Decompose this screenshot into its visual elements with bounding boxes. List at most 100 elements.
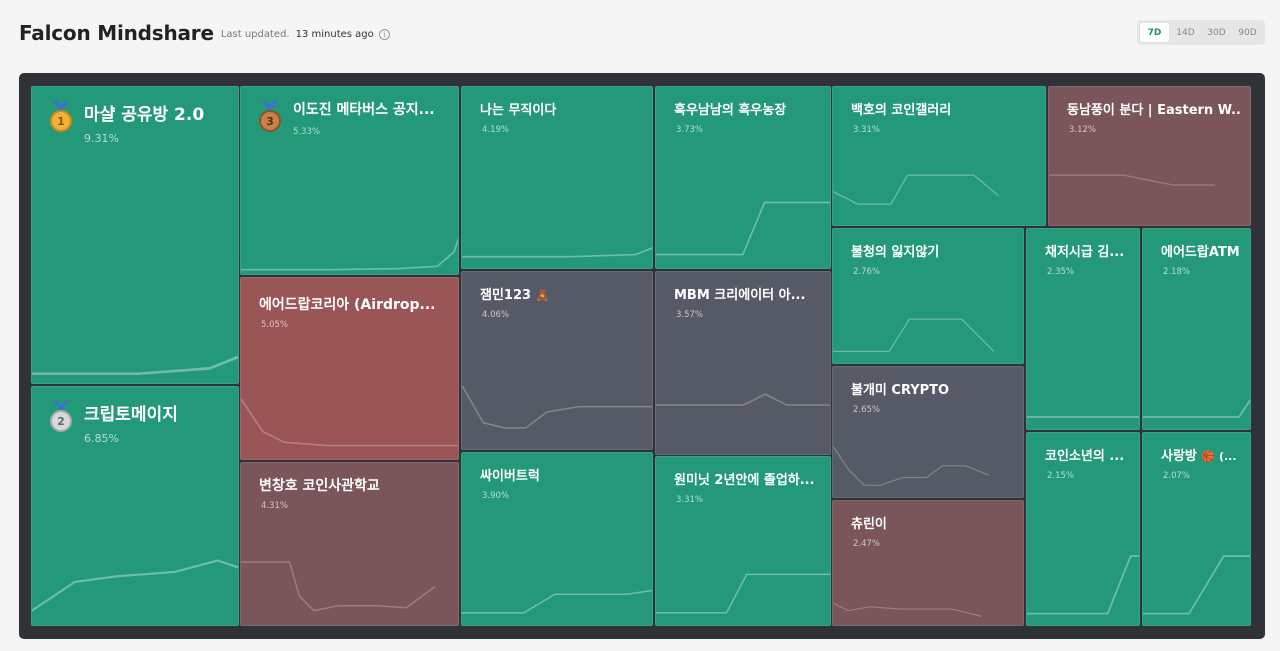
tile-share: 3.31% (676, 495, 704, 505)
sparkline (241, 561, 436, 612)
tile-share: 3.12% (1069, 125, 1097, 135)
tile-name-text: 잼민123 (480, 288, 532, 303)
treemap-tile[interactable]: 변창호 코인사관학교 4.31% (240, 462, 459, 626)
tile-name: 불개미 CRYPTO (851, 383, 950, 398)
treemap-tile[interactable]: 에어드랍코리아 (Airdrop... 5.05% (240, 277, 459, 460)
sparkline (833, 602, 982, 617)
tile-name: 동남풍이 분다 | Eastern W... (1067, 103, 1240, 118)
tile-share: 4.31% (261, 501, 289, 511)
emoji-icon: 🧸 (535, 289, 550, 302)
tile-share: 5.33% (293, 127, 321, 137)
basketball-icon: 🏀 (... (1201, 450, 1237, 463)
tile-share: 2.65% (853, 405, 881, 415)
tile-name: 싸이버트럭 (480, 469, 540, 484)
treemap-tile[interactable]: 나는 무직이다 4.19% (461, 86, 653, 269)
treemap-tile[interactable]: 싸이버트럭 3.90% (461, 452, 653, 626)
sparkline (1049, 174, 1215, 186)
info-icon[interactable]: i (378, 29, 390, 40)
treemap-tile[interactable]: 에어드랍ATM 2.18% (1142, 228, 1251, 430)
tile-share: 2.07% (1163, 471, 1191, 481)
sparkline (833, 318, 994, 352)
treemap-tile[interactable]: 3 이도진 메타버스 공지... 5.33% (240, 86, 459, 275)
treemap-tile[interactable]: 츄린이 2.47% (832, 500, 1024, 626)
tile-name: 에어드랍코리아 (Airdrop... (259, 297, 436, 313)
tile-name: 변창호 코인사관학교 (259, 478, 380, 494)
treemap-tile[interactable]: 흑우남남의 흑우농장 3.73% (655, 86, 831, 269)
sparkline (1027, 555, 1139, 615)
sparkline (1143, 555, 1250, 615)
treemap-tile[interactable]: 원미닛 2년안에 졸업하... 3.31% (655, 456, 831, 626)
sparkline (833, 445, 989, 486)
sparkline (32, 559, 238, 612)
last-updated-value: 13 minutes ago (295, 29, 374, 40)
tile-name: 원미닛 2년안에 졸업하... (674, 473, 815, 488)
sparkline (241, 398, 458, 447)
range-7d-button[interactable]: 7D (1139, 22, 1170, 43)
sparkline (32, 355, 238, 376)
sparkline (656, 393, 830, 406)
tile-name: MBM 크리에이터 아... (674, 288, 806, 303)
treemap-tile[interactable]: 코인소년의 ... 2.15% (1026, 432, 1140, 626)
tile-share: 2.15% (1047, 471, 1075, 481)
tile-share: 4.06% (482, 310, 510, 320)
sparkline (1027, 416, 1139, 418)
svg-text:3: 3 (266, 115, 274, 128)
tile-name: 사랑방 🏀 (... (1161, 445, 1240, 464)
sparkline (833, 174, 999, 205)
tile-share: 2.18% (1163, 267, 1191, 277)
treemap-tile[interactable]: 채저시급 김... 2.35% (1026, 228, 1140, 430)
range-14d-button[interactable]: 14D (1170, 22, 1201, 43)
tile-name: 백호의 코인갤러리 (851, 103, 952, 118)
gold-medal-icon: 1 (50, 101, 72, 132)
tile-share: 3.57% (676, 310, 704, 320)
svg-text:2: 2 (57, 415, 65, 428)
treemap-tile[interactable]: 사랑방 🏀 (... 2.07% (1142, 432, 1251, 626)
tile-share: 4.19% (482, 125, 510, 135)
tile-name: 잼민123 🧸 (480, 284, 642, 303)
sparkline (241, 237, 458, 271)
time-range-selector: 7D 14D 30D 90D (1137, 20, 1265, 45)
treemap-tile[interactable]: MBM 크리에이터 아... 3.57% (655, 271, 831, 455)
treemap-tile[interactable]: 백호의 코인갤러리 3.31% (832, 86, 1046, 226)
mindshare-treemap: 1 마샬 공유방 2.0 9.31% 2 크립토메이지 6.85% 3 이도진 … (19, 73, 1265, 639)
treemap-tile[interactable]: 2 크립토메이지 6.85% (31, 386, 239, 626)
tile-share: 6.85% (84, 432, 119, 445)
tile-name: 크립토메이지 (84, 405, 178, 425)
treemap-tile[interactable]: 불청의 잃지않기 2.76% (832, 228, 1024, 364)
treemap-tile[interactable]: 동남풍이 분다 | Eastern W... 3.12% (1048, 86, 1251, 226)
tile-name: 마샬 공유방 2.0 (84, 105, 205, 125)
treemap-tile[interactable]: 불개미 CRYPTO 2.65% (832, 366, 1024, 498)
sparkline (1143, 398, 1250, 418)
tile-name: 츄린이 (851, 517, 887, 532)
sparkline (462, 247, 652, 258)
bronze-medal-icon: 3 (259, 101, 281, 132)
treemap-tile[interactable]: 잼민123 🧸 4.06% (461, 271, 653, 450)
tile-name: 채저시급 김... (1045, 245, 1125, 260)
tile-name: 코인소년의 ... (1045, 449, 1125, 464)
sparkline (462, 384, 652, 429)
header: Falcon Mindshare Last updated. 13 minute… (19, 18, 390, 48)
range-90d-button[interactable]: 90D (1232, 22, 1263, 43)
tile-name: 나는 무직이다 (480, 103, 557, 118)
sparkline (462, 589, 652, 614)
tile-name: 에어드랍ATM (1161, 245, 1240, 260)
tile-name: 흑우남남의 흑우농장 (674, 103, 787, 118)
sparkline (656, 573, 830, 614)
tile-share: 2.47% (853, 539, 881, 549)
last-updated-label: Last updated. (220, 29, 290, 40)
sparkline (656, 202, 830, 256)
page-title: Falcon Mindshare (19, 21, 214, 45)
range-30d-button[interactable]: 30D (1201, 22, 1232, 43)
tile-share: 9.31% (84, 132, 119, 145)
svg-text:1: 1 (57, 115, 65, 128)
silver-medal-icon: 2 (50, 401, 72, 432)
tile-share: 5.05% (261, 320, 289, 330)
treemap-tile[interactable]: 1 마샬 공유방 2.0 9.31% (31, 86, 239, 384)
tile-name-text: 사랑방 (1161, 449, 1197, 464)
tile-share: 3.31% (853, 125, 881, 135)
tile-share: 2.76% (853, 267, 881, 277)
tile-share: 3.73% (676, 125, 704, 135)
tile-share: 2.35% (1047, 267, 1075, 277)
tile-name: 불청의 잃지않기 (851, 245, 940, 260)
tile-name: 이도진 메타버스 공지... (293, 102, 435, 118)
